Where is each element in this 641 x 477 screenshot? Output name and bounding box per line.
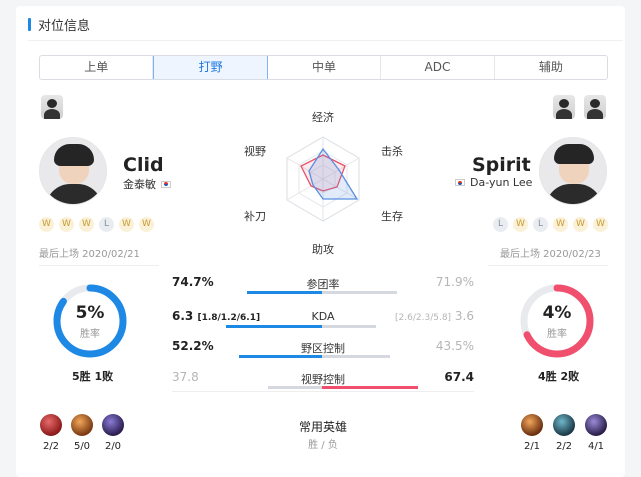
common-heroes-subtitle: 胜 / 负 [308,440,338,451]
right-player-avatar[interactable] [539,137,607,205]
left-player-avatar[interactable] [39,137,107,205]
left-player-real-name-row: 金泰敏 [123,176,171,192]
form-badge: W [573,217,588,232]
form-badge: L [99,217,114,232]
left-win-rate-label: 胜率 [80,329,100,340]
form-badge: L [533,217,548,232]
right-last-played: 最后上场 2020/02/23 [500,249,601,260]
form-badge: W [59,217,74,232]
korea-flag-icon [455,179,465,186]
left-record: 5胜 1败 [72,370,114,383]
left-last-played: 最后上场 2020/02/21 [39,249,140,260]
radar-label-vision: 视野 [244,145,266,158]
left-recent-form: W W W L W W [39,217,154,232]
tab-support[interactable]: 辅助 [495,56,607,79]
radar-label-cs: 补刀 [244,210,266,223]
form-badge: W [593,217,608,232]
left-player-real-name: 金泰敏 [123,178,156,191]
header-accent-bar [28,17,31,31]
right-divider [488,265,608,266]
form-badge: W [553,217,568,232]
right-team-player-thumbnail[interactable] [553,95,575,119]
radar-label-economy: 经济 [312,111,334,124]
stat-right-value: 3.6 [454,309,474,323]
left-champion-2-score: 5/0 [73,441,91,452]
stat-right-value: 67.4 [444,370,474,384]
common-heroes-title: 常用英雄 [298,420,347,434]
form-badge: W [79,217,94,232]
right-player-real-name: Da-yun Lee [470,176,533,189]
korea-flag-icon [161,180,171,188]
section-title: 对位信息 [38,18,91,34]
radar-label-kills: 击杀 [381,145,403,158]
right-win-rate: 4% [542,303,572,323]
radar-chart [286,136,360,222]
form-badge: W [513,217,528,232]
right-champion-3-score: 4/1 [587,441,605,452]
stat-right-detail: [2.6/2.3/5.8] [395,313,452,323]
stat-row-jungle-control: 52.2% 野区控制 43.5% [172,339,474,359]
left-player-name[interactable]: Clid [123,154,164,176]
stat-label: 视野控制 [301,373,345,386]
stat-label: 参团率 [306,278,340,291]
right-champion-3-icon[interactable] [585,414,607,436]
stat-right-value: 43.5% [435,339,474,353]
right-champion-1-icon[interactable] [521,414,543,436]
tab-top[interactable]: 上单 [40,56,154,79]
right-player-real-name-row: Da-yun Lee [455,176,532,189]
form-badge: L [493,217,508,232]
left-divider [39,265,159,266]
tab-jungle[interactable]: 打野 [153,56,268,79]
right-player-name[interactable]: Spirit [472,154,531,176]
stat-row-teamfight: 74.7% 参团率 71.9% [172,275,474,295]
left-champion-3-score: 2/0 [104,441,122,452]
left-champion-3-icon[interactable] [102,414,124,436]
left-champion-1-score: 2/2 [42,441,60,452]
form-badge: W [39,217,54,232]
tab-adc[interactable]: ADC [381,56,495,79]
stat-label: 野区控制 [301,342,345,355]
stat-row-kda: 6.3 [1.8/1.2/6.1] KDA [2.6/2.3/5.8] 3.6 [172,309,474,329]
right-team-player-thumbnail[interactable] [584,95,606,119]
left-team-player-thumbnail[interactable] [41,95,63,119]
position-tabs: 上单 打野 中单 ADC 辅助 [39,55,608,80]
right-win-rate-label: 胜率 [547,329,567,340]
right-champion-2-icon[interactable] [553,414,575,436]
right-champion-1-score: 2/1 [523,441,541,452]
right-champion-2-score: 2/2 [555,441,573,452]
form-badge: W [119,217,134,232]
stat-row-vision-control: 37.8 视野控制 67.4 [172,370,474,390]
left-champion-1-icon[interactable] [40,414,62,436]
left-win-rate: 5% [75,303,105,323]
left-champion-2-icon[interactable] [71,414,93,436]
right-recent-form: L W L W W W [493,217,608,232]
radar-label-assists: 助攻 [312,243,334,256]
header-divider [28,40,623,41]
stat-right-value: 71.9% [435,275,474,289]
form-badge: W [139,217,154,232]
stat-right-value-group: [2.6/2.3/5.8] 3.6 [395,309,474,323]
right-record: 4胜 2败 [538,370,580,383]
radar-label-survival: 生存 [381,210,403,223]
section-header: 对位信息 [28,15,91,34]
tab-mid[interactable]: 中单 [268,56,382,79]
stats-divider [172,391,474,392]
